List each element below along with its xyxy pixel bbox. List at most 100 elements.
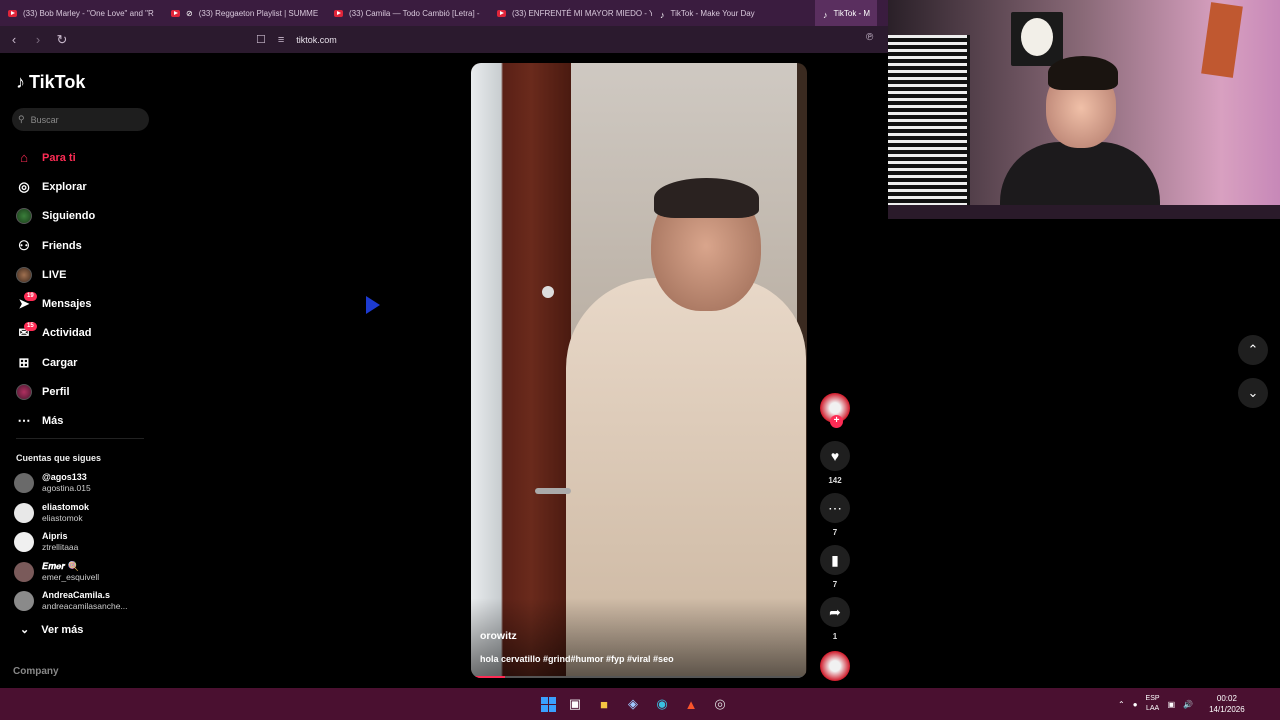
previous-video-button[interactable]: ⌃ <box>1238 335 1268 365</box>
tab-title: (33) Reggaeton Playlist | SUMME <box>198 8 319 18</box>
clock[interactable]: 00:02 14/1/2026 <box>1209 693 1245 715</box>
search-input[interactable]: ⚲ Buscar <box>12 108 149 131</box>
url-field[interactable]: ☐ ≡ tiktok.com <box>256 26 337 53</box>
webcam-desk <box>888 205 1280 219</box>
language-indicator[interactable]: ESP LAA <box>1146 694 1160 714</box>
clock-time: 00:02 <box>1216 694 1237 703</box>
nav-item-friends[interactable]: ⚇ Friends <box>16 231 95 260</box>
taskbar-apps: ▣ ■ ◈ ◉ ▲ ◎ <box>541 688 730 720</box>
browser-tab[interactable]: (33) ENFRENTÉ MI MAYOR MIEDO - Y <box>489 0 652 26</box>
following-account[interactable]: eliastomok eliastomok <box>14 502 89 524</box>
webcam-piano <box>888 35 970 210</box>
video-frame-lock <box>542 286 554 298</box>
video-player[interactable]: orowitz hola cervatillo #grind#humor #fy… <box>471 63 807 678</box>
monitor-icon[interactable]: ▣ <box>1168 700 1176 709</box>
see-more-button[interactable]: ⌄ Ver más <box>20 623 84 637</box>
windows-start-icon[interactable] <box>541 696 556 712</box>
back-icon[interactable]: ‹ <box>4 32 24 47</box>
following-account[interactable]: @agos133 agostina.015 <box>14 472 91 494</box>
reload-icon[interactable]: ↻ <box>52 32 72 48</box>
nav-item-perfil[interactable]: Perfil <box>16 377 95 406</box>
tiktok-logo[interactable]: ♪ TikTok <box>16 72 85 93</box>
forward-icon[interactable]: › <box>28 32 48 47</box>
task-view-icon[interactable]: ▣ <box>565 694 585 714</box>
see-more-label: Ver más <box>41 623 84 636</box>
tab-title: (33) ENFRENTÉ MI MAYOR MIEDO - Y <box>512 8 652 18</box>
tab-title: TikTok - Make Your Day <box>670 8 755 18</box>
browser-tab[interactable]: (33) Bob Marley - "One Love" and "R <box>0 0 163 26</box>
file-explorer-icon[interactable]: ■ <box>594 694 614 714</box>
nav-label: Cargar <box>42 356 78 369</box>
youtube-icon <box>334 9 343 17</box>
nav-item-cargar[interactable]: ⊞ Cargar <box>16 348 95 377</box>
chevron-up-icon[interactable]: ⌃ <box>1118 700 1125 709</box>
youtube-icon <box>8 9 17 17</box>
plus-box-icon: ⊞ <box>18 354 30 370</box>
brave-icon[interactable]: ▲ <box>681 694 701 714</box>
bookmark-icon: ▮ <box>831 551 839 568</box>
site-info-icon[interactable]: ≡ <box>278 34 284 46</box>
home-icon: ⌂ <box>20 150 28 166</box>
sound-disc-icon[interactable] <box>820 651 850 681</box>
nav-label: Mensajes <box>42 298 92 311</box>
app-icon[interactable]: ◈ <box>623 694 643 714</box>
avatar <box>14 532 34 552</box>
nav-item-siguiendo[interactable]: Siguiendo <box>16 202 95 231</box>
share-icon: ➦ <box>829 603 841 620</box>
comment-icon: ⋯ <box>828 499 842 516</box>
edge-icon[interactable]: ◉ <box>652 694 672 714</box>
video-caption[interactable]: hola cervatillo #grind#humor #fyp #viral… <box>480 654 674 664</box>
webcam-poster <box>1011 12 1063 66</box>
microphone-icon[interactable]: ● <box>1133 700 1138 709</box>
comment-count: 7 <box>832 528 838 537</box>
nav-item-actividad[interactable]: ✉ 15 Actividad <box>16 319 95 348</box>
nav-label: Más <box>42 415 64 428</box>
address-bar: ‹ › ↻ ☐ ≡ tiktok.com ℗ <box>0 26 888 53</box>
chevron-down-icon: ⌄ <box>20 624 30 636</box>
share-button[interactable]: ➦ <box>820 597 850 627</box>
account-handle: 𝑬𝒎𝒆𝒓 🍭 <box>42 560 79 571</box>
follow-plus-icon[interactable]: + <box>830 415 843 428</box>
avatar <box>16 208 32 225</box>
browser-tab[interactable]: ♪ TikTok - Make Your Day <box>652 0 815 26</box>
nav-item-explorar[interactable]: ◎ Explorar <box>16 172 95 201</box>
author-avatar[interactable]: + <box>820 393 850 428</box>
nav-item-live[interactable]: LIVE <box>16 260 95 289</box>
chevron-down-icon: ⌄ <box>1247 385 1259 400</box>
caption-gradient <box>471 598 807 678</box>
video-author[interactable]: orowitz <box>480 630 517 642</box>
webcam-poster <box>1201 2 1243 78</box>
video-progress-fill <box>471 676 505 678</box>
volume-icon[interactable]: 🔊 <box>1183 700 1193 709</box>
muted-icon[interactable]: ⊘ <box>186 9 193 18</box>
like-button[interactable]: ♥ <box>820 441 850 471</box>
video-progress-bar[interactable] <box>471 676 807 678</box>
chrome-icon[interactable]: ◎ <box>710 694 730 714</box>
save-count: 7 <box>832 580 838 589</box>
next-video-button[interactable]: ⌄ <box>1238 378 1268 408</box>
comment-button[interactable]: ⋯ <box>820 493 850 523</box>
browser-tab[interactable]: (33) Camila — Todo Cambió [Letra] - <box>326 0 489 26</box>
account-handle: Aipris <box>42 531 68 541</box>
extension-icon[interactable]: ℗ <box>866 32 873 43</box>
following-account[interactable]: AndreaCamila.s andreacamilasanche... <box>14 590 128 612</box>
nav-item-m-s[interactable]: ⋯ Más <box>16 407 95 436</box>
account-username: agostina.015 <box>42 483 91 493</box>
heart-icon: ♥ <box>830 448 840 464</box>
company-link[interactable]: Company <box>13 666 59 677</box>
nav-item-mensajes[interactable]: ➤ 19 Mensajes <box>16 289 95 318</box>
nav-label: Actividad <box>42 327 92 340</box>
nav-label: Para ti <box>42 151 76 164</box>
nav-label: Explorar <box>42 180 87 193</box>
nav-item-para-ti[interactable]: ⌂ Para ti <box>16 143 95 172</box>
following-account[interactable]: 𝑬𝒎𝒆𝒓 🍭 emer_esquivell <box>14 561 99 583</box>
account-handle: eliastomok <box>42 501 90 512</box>
browser-tab[interactable]: ⊘ (33) Reggaeton Playlist | SUMME <box>163 0 326 26</box>
bookmark-icon[interactable]: ☐ <box>256 33 266 46</box>
following-account[interactable]: Aipris ztrellitaaa <box>14 531 78 553</box>
account-names: eliastomok eliastomok <box>42 502 89 524</box>
browser-tab[interactable]: ♪ TikTok - M <box>815 0 877 26</box>
tab-title: TikTok - M <box>833 8 871 18</box>
save-button[interactable]: ▮ <box>820 545 850 575</box>
tiktok-icon: ♪ <box>823 9 828 20</box>
